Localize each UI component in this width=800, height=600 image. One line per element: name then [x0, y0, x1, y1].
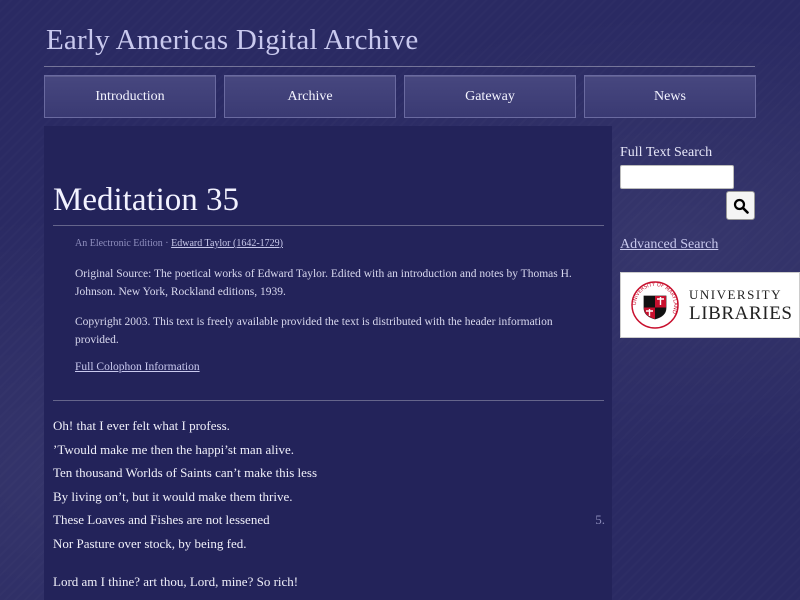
site-title[interactable]: Early Americas Digital Archive [46, 24, 418, 57]
logo-wordmark: UNIVERSITY LIBRARIES [689, 288, 793, 323]
search-icon [733, 198, 749, 214]
poem-line: Lord am I thine? art thou, Lord, mine? S… [53, 574, 605, 598]
line-number: 5. [595, 512, 605, 528]
poem-line: Nor Pasture over stock, by being fed. [53, 536, 605, 560]
header-divider [53, 225, 604, 226]
nav-gateway[interactable]: Gateway [404, 75, 576, 118]
logo-line-university: UNIVERSITY [689, 286, 782, 302]
poem-line-text: ’Twould make me then the happi’st man al… [53, 441, 294, 457]
stanza-break [53, 560, 605, 574]
page-title: Meditation 35 [53, 182, 240, 218]
edition-separator: · [162, 238, 172, 249]
university-libraries-logo[interactable]: UNIVERSITY OF MARYLAND UNIVERSITY LIBRAR… [620, 272, 800, 338]
poem-line: ’Twould make me then the happi’st man al… [53, 442, 605, 466]
full-text-search-label: Full Text Search [620, 145, 713, 160]
poem-divider [53, 400, 604, 401]
full-colophon-link[interactable]: Full Colophon Information [75, 361, 200, 373]
poem-line: By living on’t, but it would make them t… [53, 489, 605, 513]
nav-introduction[interactable]: Introduction [44, 75, 216, 118]
poem-line-text: By living on’t, but it would make them t… [53, 488, 293, 504]
search-input[interactable] [620, 165, 734, 189]
poem-line-text: These Loaves and Fishes are not lessened [53, 512, 270, 528]
poem-line-text: Lord am I thine? art thou, Lord, mine? S… [53, 573, 299, 589]
copyright-note: Copyright 2003. This text is freely avai… [75, 316, 553, 346]
edition-line: An Electronic Edition · Edward Taylor (1… [75, 238, 283, 249]
nav-news[interactable]: News [584, 75, 756, 118]
main-content: Meditation 35 An Electronic Edition · Ed… [44, 126, 612, 600]
source-note: Original Source: The poetical works of E… [75, 268, 572, 298]
poem-line: Ten thousand Worlds of Saints can’t make… [53, 465, 605, 489]
title-divider [44, 66, 755, 67]
logo-line-libraries: LIBRARIES [689, 302, 793, 324]
poem-line-text: Ten thousand Worlds of Saints can’t make… [53, 465, 318, 481]
search-button[interactable] [726, 191, 755, 220]
poem-line: Oh! that I ever felt what I profess. [53, 418, 605, 442]
maryland-seal-icon: UNIVERSITY OF MARYLAND [631, 281, 679, 329]
edition-label: An Electronic Edition [75, 238, 163, 249]
author-link[interactable]: Edward Taylor (1642-1729) [171, 238, 283, 249]
poem-line: These Loaves and Fishes are not lessened… [53, 512, 605, 536]
poem-line-text: Nor Pasture over stock, by being fed. [53, 535, 247, 551]
main-nav: Introduction Archive Gateway News [44, 75, 756, 118]
poem-body: Oh! that I ever felt what I profess. ’Tw… [53, 418, 605, 597]
advanced-search-link[interactable]: Advanced Search [620, 237, 718, 253]
poem-line-text: Oh! that I ever felt what I profess. [53, 418, 230, 433]
nav-archive[interactable]: Archive [224, 75, 396, 118]
